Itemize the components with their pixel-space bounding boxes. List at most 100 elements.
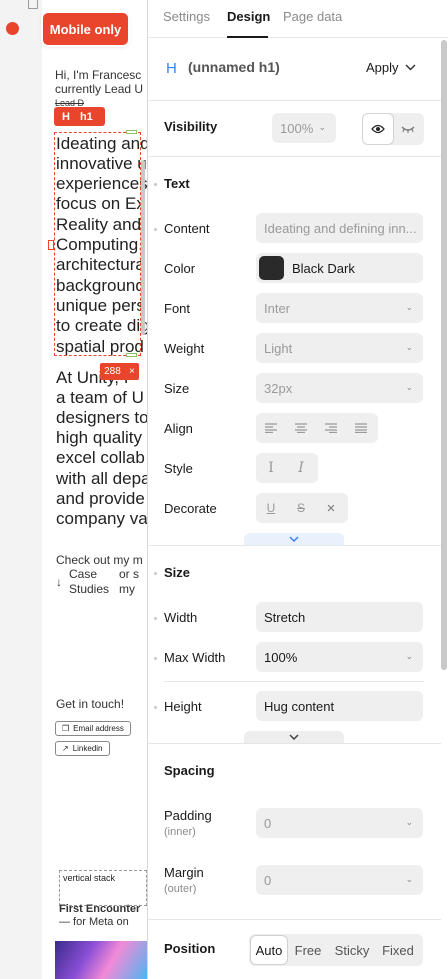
position-option-fixed[interactable]: Fixed bbox=[375, 936, 421, 964]
section-divider bbox=[148, 743, 441, 744]
color-picker[interactable]: Black Dark bbox=[256, 253, 423, 283]
position-option-sticky[interactable]: Sticky bbox=[329, 936, 375, 964]
heading-icon: H bbox=[62, 110, 70, 123]
content-input[interactable]: Ideating and defining inn... bbox=[256, 213, 423, 243]
width-input[interactable]: Stretch bbox=[256, 602, 423, 632]
resize-handle-bottom[interactable] bbox=[126, 353, 137, 357]
underline-icon[interactable]: U bbox=[256, 493, 286, 523]
project-thumbnail-image bbox=[55, 941, 147, 979]
element-header: H (unnamed h1) Apply bbox=[148, 38, 441, 101]
section-dot bbox=[154, 572, 157, 575]
weight-select[interactable]: Light ⌄ bbox=[256, 333, 423, 363]
margin-label: Margin bbox=[164, 865, 204, 880]
resize-handle-left[interactable] bbox=[48, 240, 54, 250]
expand-more-size-button[interactable] bbox=[244, 731, 344, 743]
paragraph-line: and provide bbox=[56, 489, 145, 508]
arrow-down-icon: ↓ bbox=[56, 575, 62, 589]
clear-decoration-icon[interactable]: × bbox=[316, 493, 346, 523]
width-value: 288 bbox=[104, 366, 121, 377]
section-divider bbox=[148, 919, 441, 920]
email-address-button[interactable]: ❐ Email address bbox=[55, 721, 131, 736]
color-label: Color bbox=[164, 261, 196, 276]
paragraph-line: with all depa bbox=[56, 469, 147, 488]
opacity-value: 100% bbox=[280, 120, 314, 136]
chevron-down-icon bbox=[289, 734, 299, 740]
case-studies-link[interactable]: Studies bbox=[69, 582, 109, 596]
position-option-auto[interactable]: Auto bbox=[251, 936, 287, 964]
properties-panel: Settings Design Page data H (unnamed h1)… bbox=[147, 0, 448, 979]
expand-more-text-button[interactable] bbox=[244, 533, 344, 545]
canvas-scrollbar[interactable] bbox=[141, 160, 145, 335]
chevron-down-icon: ⌄ bbox=[405, 651, 413, 661]
eye-closed-icon[interactable] bbox=[393, 114, 423, 144]
resize-handle-top[interactable] bbox=[126, 130, 137, 134]
chevron-down-icon bbox=[289, 536, 299, 542]
section-divider bbox=[148, 156, 441, 157]
canvas-gutter bbox=[0, 0, 42, 979]
padding-select[interactable]: 0 ⌄ bbox=[256, 808, 423, 838]
visibility-label: Visibility bbox=[164, 119, 218, 134]
color-swatch bbox=[259, 256, 284, 280]
for-meta-text: — for Meta on bbox=[59, 916, 129, 928]
align-justify-icon[interactable] bbox=[346, 413, 376, 443]
heading-icon: H bbox=[166, 60, 177, 77]
row-divider bbox=[164, 681, 424, 682]
selection-outline bbox=[54, 132, 141, 356]
chevron-down-icon: ⌄ bbox=[405, 302, 413, 312]
paragraph-line: excel collab bbox=[56, 448, 145, 467]
text-cursor-icon[interactable]: I bbox=[256, 453, 286, 483]
first-encounter-title: First Encounter bbox=[59, 903, 141, 915]
h1-selection-tag: H h1 bbox=[54, 107, 105, 126]
row-dot bbox=[154, 617, 157, 620]
apply-dropdown[interactable]: Apply bbox=[366, 60, 416, 75]
linkedin-button[interactable]: ↗ Linkedin bbox=[55, 741, 110, 756]
vertical-stack-placeholder[interactable]: vertical stack bbox=[59, 870, 147, 906]
tab-settings[interactable]: Settings bbox=[163, 9, 210, 24]
tab-design[interactable]: Design bbox=[227, 9, 270, 24]
margin-value: 0 bbox=[264, 872, 272, 888]
height-label: Height bbox=[164, 699, 202, 714]
h1-tag-label: h1 bbox=[79, 110, 93, 123]
external-link-icon: ↗ bbox=[62, 744, 69, 753]
tab-page-data[interactable]: Page data bbox=[283, 9, 342, 24]
font-size-value: 32px bbox=[264, 380, 293, 396]
weight-label: Weight bbox=[164, 341, 205, 356]
row-dot bbox=[154, 228, 157, 231]
panel-tabs: Settings Design Page data bbox=[148, 0, 448, 38]
intro-text-line: currently Lead U bbox=[55, 82, 144, 96]
font-select[interactable]: Inter ⌄ bbox=[256, 293, 423, 323]
color-value: Black Dark bbox=[292, 260, 355, 276]
chevron-down-icon: ⌄ bbox=[318, 122, 326, 132]
close-icon[interactable]: × bbox=[129, 366, 135, 377]
weight-value: Light bbox=[264, 340, 293, 356]
canvas-preview[interactable]: Mobile only Hi, I'm Francesc currently L… bbox=[0, 0, 147, 979]
spacing-section-title: Spacing bbox=[164, 763, 215, 778]
my-text: my bbox=[119, 582, 135, 596]
paragraph-line: company va bbox=[56, 509, 147, 528]
font-size-select[interactable]: 32px ⌄ bbox=[256, 373, 423, 403]
height-input[interactable]: Hug content bbox=[256, 691, 423, 721]
opacity-select[interactable]: 100% ⌄ bbox=[272, 113, 336, 143]
margin-select[interactable]: 0 ⌄ bbox=[256, 865, 423, 895]
padding-value: 0 bbox=[264, 815, 272, 831]
strikethrough-icon[interactable]: S bbox=[286, 493, 316, 523]
check-out-text: Check out my m bbox=[56, 553, 143, 567]
align-left-icon[interactable] bbox=[256, 413, 286, 443]
text-section-title: Text bbox=[164, 176, 190, 191]
element-name[interactable]: (unnamed h1) bbox=[188, 59, 280, 75]
panel-scrollbar[interactable] bbox=[441, 40, 447, 670]
case-studies-link[interactable]: Case bbox=[69, 567, 97, 581]
get-in-touch-heading: Get in touch! bbox=[56, 697, 125, 711]
align-center-icon[interactable] bbox=[286, 413, 316, 443]
position-section-title: Position bbox=[164, 941, 216, 956]
position-option-free[interactable]: Free bbox=[287, 936, 329, 964]
italic-icon[interactable]: I bbox=[286, 453, 316, 483]
section-dot bbox=[154, 183, 157, 186]
eye-icon[interactable] bbox=[363, 114, 393, 144]
record-dot-icon[interactable] bbox=[6, 22, 19, 35]
align-right-icon[interactable] bbox=[316, 413, 346, 443]
section-divider bbox=[148, 545, 441, 546]
max-width-select[interactable]: 100% ⌄ bbox=[256, 642, 423, 672]
vertical-stack-label: vertical stack bbox=[63, 873, 116, 883]
chevron-down-icon: ⌄ bbox=[405, 342, 413, 352]
